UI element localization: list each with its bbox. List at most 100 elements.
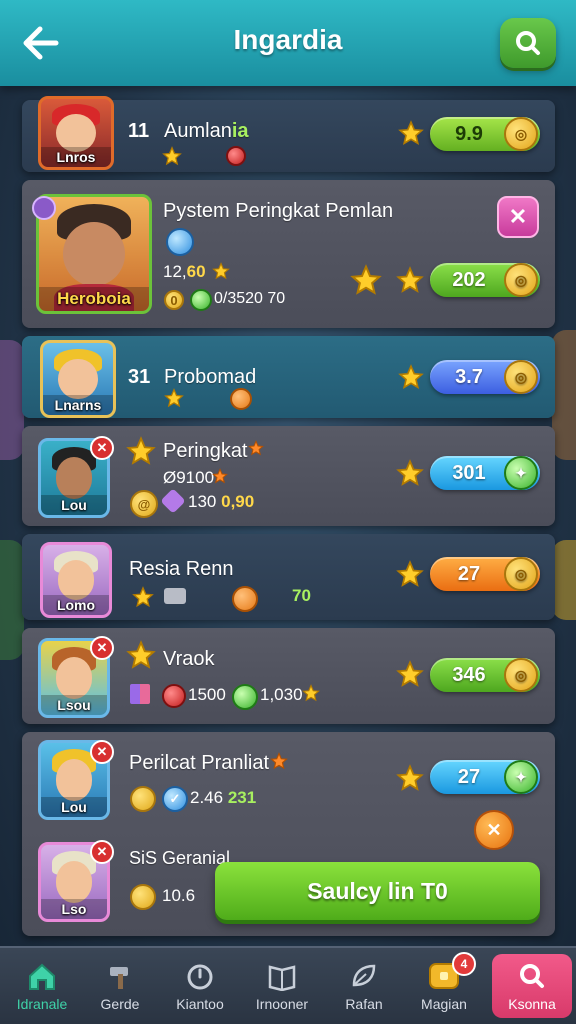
star-icon: [396, 459, 424, 486]
stat-highlight: 70: [292, 586, 311, 605]
star-icon: [350, 264, 382, 295]
gem-icon: [190, 289, 212, 311]
star-icon: [162, 146, 182, 166]
ruby-icon: [226, 146, 246, 166]
avatar-caption: Lou: [41, 495, 107, 515]
row-stat: 2.46 231: [190, 788, 256, 808]
avatar-caption: Lsou: [41, 695, 107, 715]
crystal-icon: [160, 488, 186, 514]
score-value: 346: [452, 663, 486, 686]
grid-icon: [130, 684, 150, 704]
player-name-suffix: ia: [231, 120, 249, 142]
anvil-icon: [164, 588, 186, 604]
coin-icon: [130, 786, 156, 812]
background-decor-left: [0, 340, 24, 460]
score-value: 202: [452, 268, 486, 291]
nav-item-home[interactable]: Idranale: [2, 952, 82, 1022]
star-icon: [270, 752, 288, 770]
stat-value: 1,030: [260, 685, 303, 704]
leaderboard-row[interactable]: Lomo Resia Renn 70 27 ◎: [22, 534, 555, 620]
primary-action-button[interactable]: Saulcy lin T0: [215, 862, 540, 920]
check-gem-icon: ✓: [162, 786, 188, 812]
player-name: Vraok: [163, 648, 215, 670]
avatar-caption: Lnros: [41, 147, 111, 167]
score-value: 9.9: [455, 122, 483, 145]
remove-badge-icon[interactable]: ✕: [90, 840, 114, 864]
top-bar: Ingardia: [0, 0, 576, 86]
leaderboard-row[interactable]: Lsou ✕ Vraok 1500 1,030 346 ◎: [22, 628, 555, 724]
leaderboard-row[interactable]: Lnros 11 Aumlania 9.9 ◎: [22, 96, 555, 172]
remove-badge-icon[interactable]: ✕: [90, 740, 114, 764]
avatar-caption: Lou: [41, 797, 107, 817]
leaderboard-row-expanded[interactable]: Heroboia Pystem Peringkat Pemlan 12,60 0…: [22, 180, 555, 328]
star-icon: [396, 266, 424, 293]
leaderboard-row[interactable]: Lnarns 31 Probomad 3.7 ◎: [22, 336, 555, 418]
hammer-icon: [100, 958, 140, 994]
badge-icon: [32, 196, 56, 220]
page-title: Ingardia: [233, 24, 343, 55]
score-value: 27: [457, 765, 481, 788]
stat-highlight: 60: [186, 262, 206, 281]
x-token-button[interactable]: ✕: [474, 810, 514, 850]
score-pill: 9.9 ◎: [430, 117, 540, 151]
player-name[interactable]: Perilcat Pranliat: [129, 752, 269, 775]
nav-label: Idranale: [16, 996, 68, 1012]
stat-value: 1500: [188, 685, 226, 704]
remove-badge-icon[interactable]: ✕: [90, 436, 114, 460]
nav-item-chest[interactable]: 4 Magian: [404, 952, 484, 1022]
player-name: Probomad: [164, 366, 257, 388]
stat-value: 0/3520 70: [214, 290, 286, 307]
search-icon: [512, 958, 552, 994]
coin-icon: [130, 884, 156, 910]
star-icon: [248, 440, 264, 456]
diamond-icon: [166, 228, 194, 256]
avatar-caption: Lnarns: [43, 395, 113, 415]
player-name-text: Aumlan: [164, 120, 232, 142]
player-name: Aumlania: [164, 120, 249, 143]
nav-item-book[interactable]: Irnooner: [242, 952, 322, 1022]
orange-token-icon: [230, 388, 252, 410]
star-icon: [396, 560, 424, 587]
star-icon: [302, 684, 320, 702]
background-decor-right-2: [552, 540, 576, 620]
row-title: Pystem Peringkat Pemlan: [163, 200, 394, 222]
coin-icon: ◎: [504, 360, 538, 394]
search-button[interactable]: [500, 18, 556, 68]
stat-value: 10.6: [162, 886, 196, 905]
rank-number: 31: [128, 366, 151, 388]
leaf-icon: [344, 958, 384, 994]
player-name[interactable]: SiS Geranial: [129, 848, 230, 869]
close-button[interactable]: ✕: [497, 196, 539, 238]
background-decor-left-2: [0, 540, 24, 660]
nav-item-timer[interactable]: Kiantoo: [160, 952, 240, 1022]
star-icon: [212, 262, 230, 280]
score-pill: 27 ◎: [430, 557, 540, 591]
remove-badge-icon[interactable]: ✕: [90, 636, 114, 660]
coin-icon: 0: [164, 290, 184, 310]
star-icon: [212, 468, 228, 484]
avatar-caption: Lomo: [43, 595, 109, 615]
nav-item-search[interactable]: Ksonna: [492, 954, 572, 1018]
avatar-caption: Heroboia: [39, 287, 149, 311]
avatar: Lnros: [38, 96, 114, 170]
score-pill: 3.7 ◎: [430, 360, 540, 394]
star-icon: [132, 586, 154, 608]
background-decor-right: [552, 330, 576, 460]
stat-highlight: 231: [227, 788, 257, 807]
close-icon: ✕: [508, 204, 528, 229]
row-stat: 12,60: [163, 262, 206, 282]
score-pill: 346 ◎: [430, 658, 540, 692]
coin-icon: ◎: [504, 557, 538, 591]
star-icon: [396, 764, 424, 791]
leaderboard-row[interactable]: Lou ✕ Peringkat Ø9100 @ 130 0,90 301 ✦: [22, 426, 555, 526]
book-icon: [262, 958, 302, 994]
stat-highlight: 0,90: [221, 492, 255, 511]
coin-icon: @: [130, 490, 158, 518]
nav-label: Rafan: [345, 996, 383, 1012]
nav-item-forge[interactable]: Gerde: [80, 952, 160, 1022]
nav-item-leaf[interactable]: Rafan: [324, 952, 404, 1022]
stat-value: 130: [188, 492, 217, 511]
score-pill: 301 ✦: [430, 456, 540, 490]
score-value: 301: [452, 461, 486, 484]
nav-label: Gerde: [100, 996, 140, 1012]
